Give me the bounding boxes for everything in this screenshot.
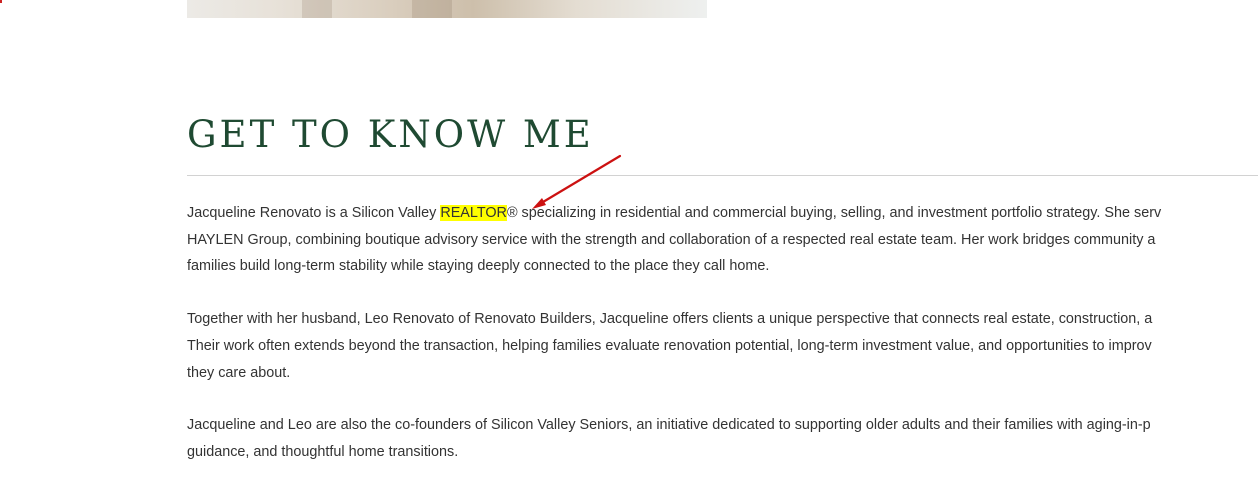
bio-p1-line-1: Jacqueline Renovato is a Silicon Valley … [187, 200, 1258, 227]
bio-p1-after: ® specializing in residential and commer… [506, 205, 1162, 221]
bio-paragraph-3: Jacqueline and Leo are also the co-found… [187, 412, 1258, 465]
section-divider [187, 175, 1258, 176]
bio-p2-line-2: Their work often extends beyond the tran… [187, 337, 1152, 354]
bio-p3-line-1: Jacqueline and Leo are also the co-found… [187, 417, 1151, 434]
bio-paragraph-2: Together with her husband, Leo Renovato … [187, 306, 1258, 386]
bio-p1-line-2: HAYLEN Group, combining boutique advisor… [187, 231, 1156, 248]
bio-p2-line-1: Together with her husband, Leo Renovato … [187, 311, 1153, 328]
bio-p1-line-3: families build long-term stability while… [187, 258, 770, 275]
corner-mark [0, 0, 2, 3]
bio-p3-line-2: guidance, and thoughtful home transition… [187, 443, 459, 460]
hero-photo [187, 0, 707, 18]
photo-shade-center [412, 0, 452, 18]
bio-paragraph-1: Jacqueline Renovato is a Silicon Valley … [187, 200, 1258, 280]
bio-text: Jacqueline Renovato is a Silicon Valley … [187, 200, 1258, 479]
photo-shade-left [302, 0, 332, 18]
bio-p2-line-3: they care about. [187, 364, 291, 381]
bio-p1-before: Jacqueline Renovato is a Silicon Valley [187, 205, 441, 221]
realtor-highlight: REALTOR [440, 205, 507, 221]
